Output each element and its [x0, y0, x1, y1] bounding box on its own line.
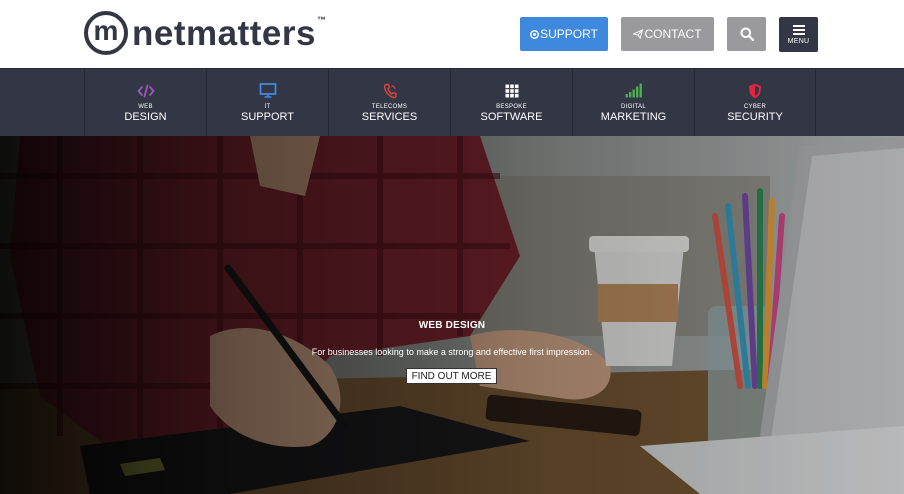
nav-item-small-label: DIGITAL [621, 103, 646, 110]
nav-item-label: SOFTWARE [480, 110, 543, 123]
nav-item-it-support[interactable]: IT SUPPORT [206, 69, 328, 136]
lifebuoy-icon [530, 29, 540, 39]
contact-label: CONTACT [644, 27, 702, 41]
code-icon [137, 82, 155, 100]
nav-item-label: SECURITY [727, 110, 783, 123]
grid-icon [505, 82, 519, 100]
nav-item-label: SUPPORT [241, 110, 294, 123]
nav-item-label: DESIGN [124, 110, 167, 123]
nav-item-label: SERVICES [361, 110, 418, 123]
phone-icon [383, 82, 397, 100]
hero-background-image [0, 136, 904, 494]
find-out-more-button[interactable]: FIND OUT MORE [406, 368, 497, 384]
trademark-symbol: ™ [316, 15, 326, 25]
search-button[interactable] [727, 17, 766, 51]
support-label: SUPPORT [540, 27, 598, 41]
shield-icon [748, 82, 762, 100]
hero-title: WEB DESIGN [418, 320, 486, 331]
search-icon [740, 27, 754, 41]
nav-item-small-label: CYBER [743, 103, 767, 110]
support-button[interactable]: SUPPORT [520, 17, 608, 51]
nav-item-small-label: BESPOKE [496, 103, 527, 110]
monitor-icon [259, 82, 277, 100]
nav-item-web-design[interactable]: WEB DESIGN [84, 69, 206, 136]
hero-banner: WEB DESIGN For businesses looking to mak… [0, 136, 904, 494]
nav-item-label: MARKETING [600, 110, 667, 123]
logo-letter: m [93, 15, 119, 46]
site-header: m netmatters ™ SUPPORT CONTACT MENU [0, 0, 904, 68]
nav-item-telecoms[interactable]: TELECOMS SERVICES [328, 69, 450, 136]
hamburger-icon [792, 24, 805, 35]
nav-item-marketing[interactable]: DIGITAL MARKETING [572, 69, 694, 136]
nav-item-small-label: WEB [138, 103, 153, 110]
netmatters-logo[interactable]: m netmatters ™ [84, 11, 326, 55]
paper-plane-icon [633, 29, 644, 39]
logo-wordmark: netmatters [132, 13, 316, 53]
services-nav: WEB DESIGN IT SUPPORT TELECOMS SERVICES [0, 68, 904, 136]
menu-button[interactable]: MENU [779, 17, 818, 52]
signal-bars-icon [625, 82, 643, 100]
nav-item-small-label: IT [264, 103, 271, 110]
menu-label: MENU [787, 37, 810, 45]
nav-item-small-label: TELECOMS [371, 103, 408, 110]
nav-item-cyber-security[interactable]: CYBER SECURITY [694, 69, 816, 136]
nav-item-software[interactable]: BESPOKE SOFTWARE [450, 69, 572, 136]
hero-subtitle: For businesses looking to make a strong … [311, 347, 593, 357]
logo-mark: m [84, 11, 128, 55]
contact-button[interactable]: CONTACT [621, 17, 714, 51]
